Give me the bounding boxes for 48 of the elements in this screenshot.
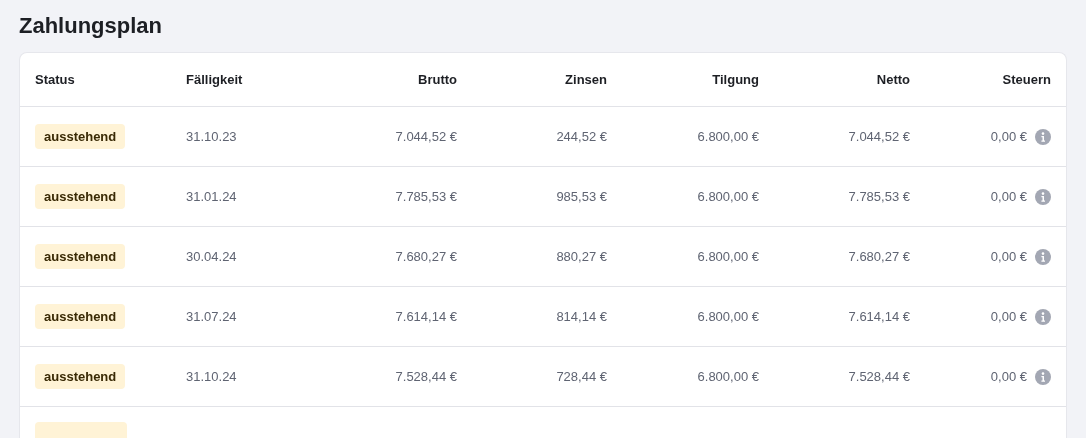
- table-cell-text: 7.785,53 €: [847, 189, 910, 204]
- table-cell-text: 7.528,44 €: [847, 369, 910, 384]
- table-cell: 0,00 €: [990, 369, 1027, 384]
- column-header: Fälligkeit: [186, 72, 244, 87]
- status-badge: ausstehend: [35, 244, 126, 269]
- column-header: Tilgung: [711, 72, 759, 87]
- status-badge: ausstehend: [35, 364, 126, 389]
- column-header: Netto: [875, 72, 910, 87]
- table-cell-text: 7.614,14 €: [394, 309, 457, 324]
- table-cell-text: 30.04.24: [186, 249, 238, 264]
- info-icon[interactable]: [1035, 248, 1051, 265]
- column-header: Zinsen: [564, 72, 607, 87]
- table-cell: 0,00 €: [990, 309, 1027, 324]
- status-badge: ausstehend: [35, 124, 126, 149]
- table-cell-text: 244,52 €: [555, 129, 607, 144]
- column-header: Brutto: [417, 72, 457, 87]
- status-badge: ausstehend: [35, 304, 126, 329]
- table-cell-text: 7.680,27 €: [394, 249, 457, 264]
- table-cell-text: 880,27 €: [555, 249, 607, 264]
- table-cell-text: 7.680,27 €: [847, 249, 910, 264]
- table-cell-text: 6.800,00 €: [696, 369, 759, 384]
- column-header: Status: [35, 72, 76, 87]
- table-cell-text: 814,14 €: [555, 309, 607, 324]
- table-cell-text: 7.528,44 €: [394, 369, 457, 384]
- table-cell-text: 6.800,00 €: [696, 309, 759, 324]
- table-cell-text: 31.10.23: [186, 129, 238, 144]
- table-cell-text: 7.614,14 €: [847, 309, 910, 324]
- table-cell-text: 7.044,52 €: [847, 129, 910, 144]
- status-badge: ausstehend: [35, 184, 126, 209]
- table-cell-text: 31.07.24: [186, 309, 238, 324]
- info-icon[interactable]: [1035, 368, 1051, 385]
- table-cell-text: 31.10.24: [186, 369, 238, 384]
- table-cell-text: 7.785,53 €: [394, 189, 457, 204]
- table-cell: 0,00 €: [990, 249, 1027, 264]
- table-cell-text: 6.800,00 €: [696, 129, 759, 144]
- table-cell-text: 31.01.24: [186, 189, 238, 204]
- table-cell: 0,00 €: [990, 189, 1027, 204]
- column-header: Steuern: [1001, 72, 1051, 87]
- table-cell-text: 7.044,52 €: [394, 129, 457, 144]
- table-cell-text: 6.800,00 €: [696, 249, 759, 264]
- info-icon[interactable]: [1035, 128, 1051, 145]
- table-cell-text: 985,53 €: [555, 189, 607, 204]
- info-icon[interactable]: [1035, 308, 1051, 325]
- table-cell-text: 728,44 €: [555, 369, 607, 384]
- page-title: Zahlungsplan: [19, 12, 163, 40]
- table-cell: 0,00 €: [990, 129, 1027, 144]
- info-icon[interactable]: [1035, 188, 1051, 205]
- table-cell-text: 6.800,00 €: [696, 189, 759, 204]
